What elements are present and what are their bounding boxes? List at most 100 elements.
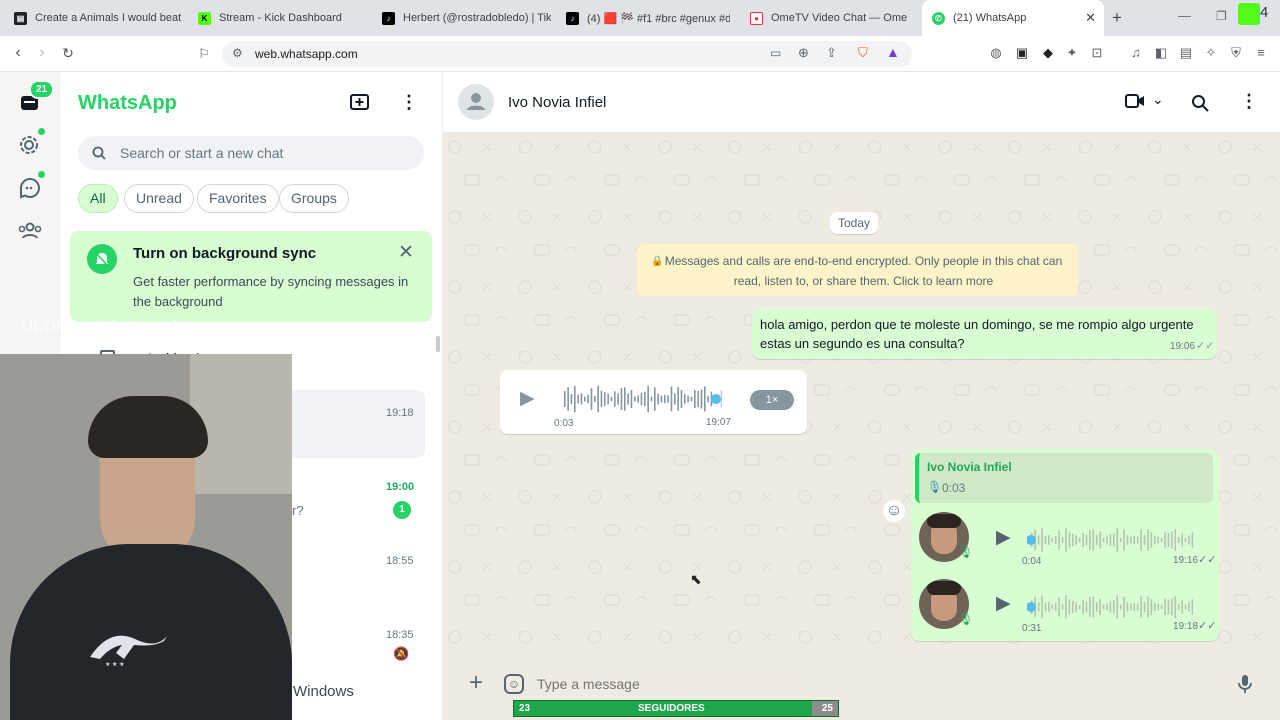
sidebar-icon[interactable]: ◧ <box>1153 45 1169 61</box>
emoji-react-icon[interactable]: ☺ <box>883 500 905 522</box>
waveform[interactable] <box>1027 527 1199 553</box>
message-input[interactable] <box>537 672 1137 696</box>
waveform[interactable] <box>1027 594 1199 620</box>
play-icon[interactable]: ▶ <box>520 387 535 410</box>
quoted-message[interactable]: Ivo Novia Infiel 🎙 0:03 <box>915 453 1213 503</box>
extension-icon[interactable]: ◆ <box>1040 45 1056 61</box>
play-icon[interactable]: ▶ <box>996 526 1011 549</box>
playback-speed-button[interactable]: 1× <box>750 390 794 410</box>
restore-icon[interactable]: ❐ <box>1216 9 1227 23</box>
chevron-down-icon[interactable]: ⌄ <box>1152 91 1164 108</box>
menu-kebab-icon[interactable]: ⋮ <box>400 92 418 112</box>
waveform-bar <box>1109 601 1112 613</box>
waveform-bar <box>670 386 673 412</box>
extensions-puzzle-icon[interactable]: ✦ <box>1064 45 1080 61</box>
bookmark-icon[interactable]: ⚐ <box>194 46 214 62</box>
vpn-icon[interactable]: ⛨ <box>1228 45 1244 61</box>
follower-count: 23 <box>519 703 531 714</box>
message-time: 19:07 <box>706 417 732 428</box>
waveform-bar <box>664 394 666 404</box>
browser-tab[interactable]: ♪ (4) 🟥 🏁 #f1 #brc #genux #dis <box>560 0 730 36</box>
new-chat-button[interactable] <box>350 93 370 111</box>
waveform-bar <box>1048 601 1050 613</box>
play-icon[interactable]: ▶ <box>996 592 1011 615</box>
close-tab-icon[interactable]: ✕ <box>1085 10 1096 26</box>
screenshot-icon[interactable]: ⊡ <box>1089 45 1105 61</box>
message-bubble-outgoing[interactable]: hola amigo, perdon que te moleste un dom… <box>752 309 1217 359</box>
voice-message-outgoing-group[interactable]: Ivo Novia Infiel 🎙 0:03 🎙 ▶ 0:04 19:16 ✓… <box>911 449 1219 641</box>
back-icon[interactable]: ‹ <box>8 44 28 62</box>
waveform-bar <box>680 389 683 409</box>
menu-kebab-icon[interactable]: ⋮ <box>1240 91 1258 112</box>
encryption-notice[interactable]: 🔒 Messages and calls are end-to-end encr… <box>637 244 1078 296</box>
status-nav-button[interactable] <box>17 128 45 158</box>
waveform[interactable] <box>560 384 728 414</box>
profile-avatar[interactable] <box>1238 3 1260 25</box>
waveform-bar <box>1065 595 1067 619</box>
zoom-icon[interactable]: ⊕ <box>798 45 809 61</box>
contact-name[interactable]: Ivo Novia Infiel <box>508 94 606 111</box>
browser-tab[interactable]: ● OmeTV Video Chat — Ome <box>744 0 914 36</box>
filter-unread[interactable]: Unread <box>124 184 194 213</box>
rewards-icon[interactable]: ▲ <box>886 44 900 60</box>
waveform-bar <box>1041 528 1043 552</box>
waveform-bar <box>1068 532 1071 548</box>
chats-nav-button[interactable]: 21 <box>17 80 55 116</box>
search-input[interactable]: Search or start a new chat <box>78 136 424 170</box>
playhead-dot <box>711 394 721 404</box>
waveform-bar <box>607 393 609 405</box>
cast-icon[interactable]: ▭ <box>770 46 781 60</box>
waveform-bar <box>604 392 606 406</box>
new-tab-button[interactable]: + <box>1112 8 1122 28</box>
communities-nav-button[interactable] <box>17 218 43 244</box>
browser-tab[interactable]: ▤ Create a Animals I would beat in <box>8 0 183 36</box>
browser-tab[interactable]: K Stream - Kick Dashboard <box>192 0 367 36</box>
waveform-bar <box>580 393 583 405</box>
media-icon[interactable]: ♫ <box>1128 45 1144 61</box>
waveform-bar <box>577 394 579 404</box>
browser-tab-active[interactable]: ✆ (21) WhatsApp ✕ <box>922 0 1104 36</box>
waveform-bar <box>694 389 696 409</box>
menu-icon[interactable]: ≡ <box>1253 45 1269 61</box>
site-settings-icon[interactable]: ⚙ <box>232 46 243 60</box>
browser-tab[interactable]: ♪ Herbert (@rostradobledo) | TikT <box>376 0 551 36</box>
share-icon[interactable]: ⇪ <box>826 45 837 61</box>
scrollbar[interactable] <box>436 336 440 352</box>
address-bar[interactable]: ⚙ web.whatsapp.com ▭ ⊕ ⇪ ⛉ ▲ <box>222 41 912 67</box>
waveform-bar <box>570 394 573 404</box>
chat-row-selected[interactable] <box>292 390 425 458</box>
wallet-icon[interactable]: ▤ <box>1178 45 1194 61</box>
waveform-bar <box>1171 598 1173 616</box>
leo-icon[interactable]: ✧ <box>1203 45 1219 61</box>
waveform-bar <box>1078 537 1081 543</box>
streamer-hair <box>88 396 208 458</box>
waveform-bar <box>1068 599 1071 615</box>
background-sync-banner[interactable]: Turn on background sync Get faster perfo… <box>70 231 432 322</box>
waveform-bar <box>1133 603 1136 611</box>
dismiss-banner-icon[interactable]: ✕ <box>398 241 414 264</box>
waveform-bar <box>1143 534 1146 546</box>
waveform-bar <box>1082 533 1084 547</box>
minimize-icon[interactable]: — <box>1178 8 1191 23</box>
reload-icon[interactable]: ↻ <box>58 45 78 62</box>
waveform-bar <box>1119 604 1122 610</box>
filter-favorites[interactable]: Favorites <box>197 184 279 213</box>
video-call-button[interactable] <box>1125 94 1145 108</box>
microphone-icon[interactable] <box>1238 674 1252 694</box>
channels-nav-button[interactable] <box>17 171 45 201</box>
extension-icon[interactable]: ▣ <box>1014 45 1030 61</box>
extension-icon[interactable]: ◍ <box>988 45 1004 61</box>
chat-header[interactable]: Ivo Novia Infiel ⌄ ⋮ <box>443 72 1280 133</box>
sticker-icon[interactable]: ☺ <box>504 674 524 694</box>
waveform-bar <box>617 393 619 405</box>
filter-all[interactable]: All <box>78 184 118 213</box>
filter-groups[interactable]: Groups <box>279 184 349 213</box>
waveform-bar <box>1099 598 1101 616</box>
search-icon[interactable] <box>1191 94 1209 112</box>
brave-shield-icon[interactable]: ⛉ <box>858 45 868 61</box>
windows-promo-text[interactable]: Windows <box>293 683 354 700</box>
forward-icon[interactable]: › <box>32 44 52 62</box>
contact-avatar[interactable] <box>458 84 494 120</box>
attach-plus-icon[interactable]: + <box>469 671 483 695</box>
voice-message-incoming[interactable]: ▶ 0:03 19:07 1× <box>500 370 807 434</box>
